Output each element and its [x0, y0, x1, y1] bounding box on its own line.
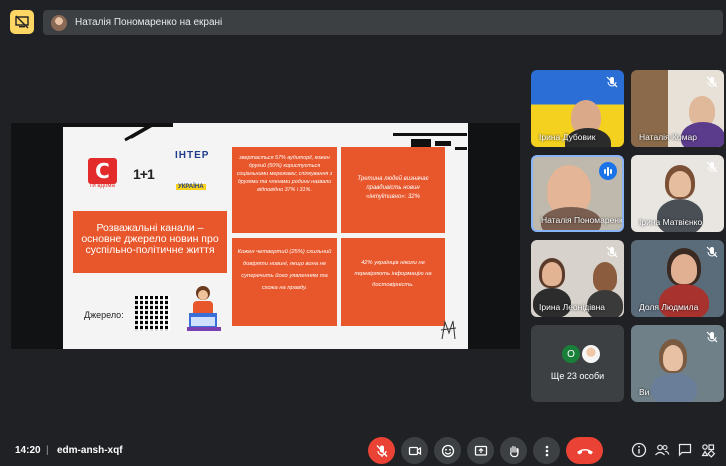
chat-icon[interactable]: [677, 442, 693, 458]
participant-avatar: [582, 345, 600, 363]
microphone-toggle-button[interactable]: [368, 437, 395, 464]
meeting-code: edm-ansh-xqf: [57, 445, 123, 456]
participant-tile-active-speaker[interactable]: Наталія Пономаренко: [531, 155, 624, 232]
stat-box-bottom-right: 42% українців ніколи не перевіряють інфо…: [341, 238, 445, 326]
ukraina-logo: УКРАЇНА: [176, 184, 206, 190]
mic-off-icon: [706, 161, 718, 173]
main-statement-text: Розважальні канали – основне джерело нов…: [81, 222, 219, 256]
main-statement-box: Розважальні канали – основне джерело нов…: [73, 211, 227, 273]
stb-logo-caption: Ти вдома: [89, 183, 115, 189]
reactions-button[interactable]: [434, 437, 461, 464]
mic-off-icon: [706, 76, 718, 88]
participant-avatar-letter: О: [562, 345, 580, 363]
raise-hand-button[interactable]: [500, 437, 527, 464]
participant-tile[interactable]: Доля Людмила: [631, 240, 724, 317]
presenting-banner: Наталія Пономаренко на екрані: [43, 10, 723, 35]
hang-up-icon: [576, 448, 593, 454]
qr-code: [135, 296, 170, 331]
reading-person-illustration: [187, 286, 221, 331]
author-signature-mark: [440, 320, 457, 340]
more-participants-tile[interactable]: О Ще 23 особи: [531, 325, 624, 402]
stat-box-top-left: звертається 57% аудиторії, кожен другий …: [232, 147, 337, 233]
bottom-bar-separator: |: [46, 445, 49, 456]
mic-off-icon: [706, 331, 718, 343]
video-camera-icon: [408, 446, 421, 455]
stat-text-top-left: звертається 57% аудиторії, кожен другий …: [236, 155, 333, 193]
inter-logo: ІНТЕР: [175, 150, 210, 161]
stb-logo: С: [88, 158, 117, 184]
presentation-slide: С Ти вдома 1+1 ІНТЕР УКРАЇНА Розважальні…: [63, 123, 468, 349]
participant-name: Ірина Дубовик: [539, 132, 596, 142]
more-vertical-icon: [545, 445, 548, 456]
mic-off-icon: [606, 246, 618, 258]
one-plus-one-logo: 1+1: [133, 166, 155, 182]
stat-box-top-right: Третина людей визначає правдивість новин…: [341, 147, 445, 233]
more-participants-avatars: О: [562, 345, 600, 363]
present-screen-button[interactable]: [467, 437, 494, 464]
people-icon[interactable]: [654, 442, 670, 458]
participant-tile[interactable]: Ірина Матвієнко: [631, 155, 724, 232]
speaking-indicator-icon: [599, 162, 617, 180]
shared-screen[interactable]: С Ти вдома 1+1 ІНТЕР УКРАЇНА Розважальні…: [11, 123, 520, 349]
source-label: Джерело:: [84, 310, 124, 320]
stat-box-bottom-left: Кожен четвертий (25%) схильний довіряти …: [232, 238, 337, 326]
presenter-avatar: [51, 14, 67, 31]
participant-name: Ірина Леонідівна: [539, 302, 606, 312]
participant-name: Наталія Комар: [639, 132, 697, 142]
activities-icon[interactable]: [700, 442, 716, 458]
self-view-tile[interactable]: Ви: [631, 325, 724, 402]
participant-tile[interactable]: Ірина Дубовик: [531, 70, 624, 147]
stop-presenting-button[interactable]: [10, 10, 34, 34]
participant-name: Наталія Пономаренко: [541, 215, 624, 225]
participant-tile[interactable]: Ірина Леонідівна: [531, 240, 624, 317]
hand-icon: [509, 445, 519, 457]
mic-off-icon: [706, 246, 718, 258]
present-screen-icon: [474, 445, 487, 456]
more-participants-label: Ще 23 особи: [550, 371, 605, 381]
participant-tile[interactable]: Наталія Комар: [631, 70, 724, 147]
camera-toggle-button[interactable]: [401, 437, 428, 464]
info-icon[interactable]: [631, 442, 647, 458]
clock: 14:20: [15, 445, 41, 456]
stat-text-top-right: Третина людей визначає правдивість новин…: [357, 176, 429, 200]
participant-name: Ірина Матвієнко: [639, 217, 703, 227]
more-options-button[interactable]: [533, 437, 560, 464]
presenting-banner-text: Наталія Пономаренко на екрані: [75, 17, 223, 28]
stat-text-bottom-right: 42% українців ніколи не перевіряють інфо…: [354, 260, 432, 288]
participant-name: Доля Людмила: [639, 302, 699, 312]
leave-call-button[interactable]: [566, 437, 603, 464]
present-off-icon: [15, 15, 29, 29]
mic-off-icon: [606, 76, 618, 88]
stat-text-bottom-left: Кожен четвертий (25%) схильний довіряти …: [237, 249, 332, 291]
participant-name: Ви: [639, 387, 650, 397]
meet-window: Наталія Пономаренко на екрані С Ти вдома…: [0, 0, 726, 466]
mic-off-icon: [375, 444, 388, 457]
emoji-icon: [441, 444, 454, 457]
